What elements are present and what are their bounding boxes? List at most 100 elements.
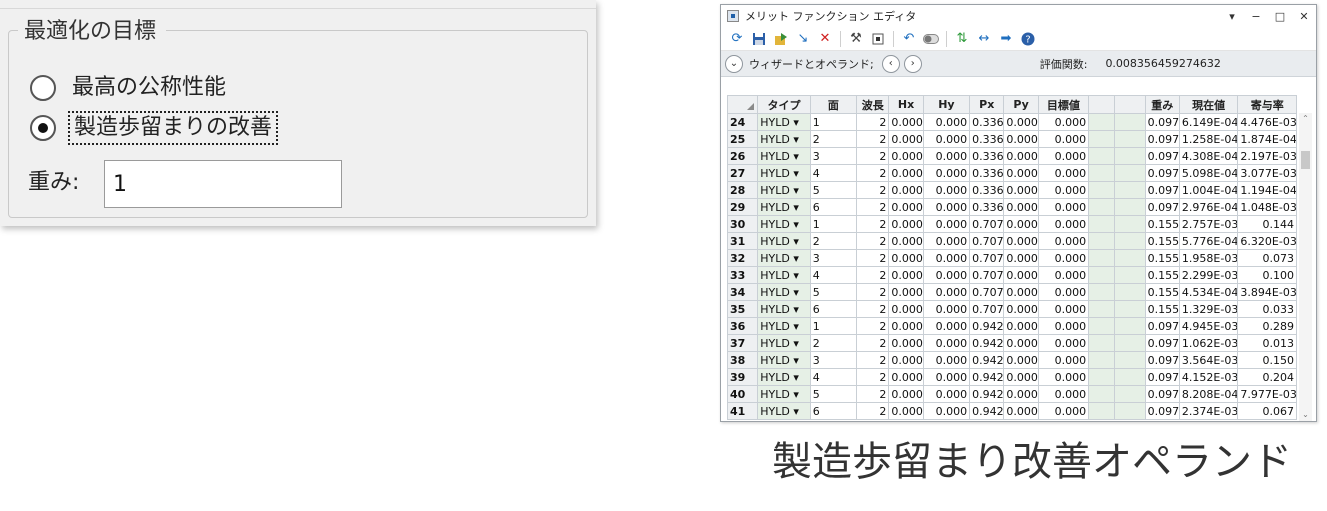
cell-blank[interactable] [1088,215,1116,233]
cell-wave[interactable]: 2 [856,164,890,182]
cell-blank[interactable] [1088,334,1116,352]
cell-target[interactable]: 0.000 [1037,385,1090,403]
table-row[interactable]: 30 HYLD ▾ 1 2 0.000 0.000 0.707 0.000 0.000 0.155… [726,215,1297,233]
cell-wave[interactable]: 2 [856,232,890,250]
cell-type-dropdown[interactable]: HYLD ▾ [757,300,811,318]
cell-hy[interactable]: 0.000 [922,164,971,182]
cell-target[interactable]: 0.000 [1037,130,1090,148]
wizard-expand-button[interactable]: ⌄ [725,54,743,73]
cell-type-dropdown[interactable]: HYLD ▾ [757,368,811,386]
cell-value[interactable]: 2.374E-03 [1178,402,1239,420]
cell-value[interactable]: 1.062E-03 [1178,334,1239,352]
cell-px[interactable]: 0.707 [969,266,1005,284]
cell-hy[interactable]: 0.000 [922,385,971,403]
cell-surface[interactable]: 2 [809,130,858,148]
table-row[interactable]: 41 HYLD ▾ 6 2 0.000 0.000 0.942 0.000 0.000 0.097… [726,402,1297,420]
table-row[interactable]: 38 HYLD ▾ 3 2 0.000 0.000 0.942 0.000 0.000 0.097… [726,351,1297,369]
cell-type-dropdown[interactable]: HYLD ▾ [757,385,811,403]
radio-checked-icon[interactable] [30,115,56,141]
row-number[interactable]: 28 [726,181,759,199]
prev-operand-button[interactable]: ‹ [881,54,900,73]
cell-blank[interactable] [1114,113,1146,131]
cell-type-dropdown[interactable]: HYLD ▾ [757,283,811,301]
cell-hx[interactable]: 0.000 [888,130,924,148]
cell-wave[interactable]: 2 [856,402,890,420]
cell-wave[interactable]: 2 [856,113,890,131]
cell-weight[interactable]: 0.097 [1144,351,1180,369]
cell-px[interactable]: 0.942 [969,368,1005,386]
col-header-wave[interactable]: 波長 [856,95,890,114]
minimize-icon[interactable]: − [1250,10,1262,23]
cell-blank[interactable] [1114,266,1146,284]
row-number[interactable]: 36 [726,317,759,335]
cell-hy[interactable]: 0.000 [922,300,971,318]
cell-weight[interactable]: 0.097 [1144,402,1180,420]
cell-blank[interactable] [1114,232,1146,250]
cell-type-dropdown[interactable]: HYLD ▾ [757,334,811,352]
table-row[interactable]: 39 HYLD ▾ 4 2 0.000 0.000 0.942 0.000 0.000 0.097… [726,368,1297,386]
col-header-px[interactable]: Px [969,95,1005,114]
cell-wave[interactable]: 2 [856,249,890,267]
cell-contrib[interactable]: 0.033 [1237,300,1297,318]
cell-blank[interactable] [1114,215,1146,233]
cell-weight[interactable]: 0.097 [1144,147,1180,165]
cell-hx[interactable]: 0.000 [888,215,924,233]
cell-contrib[interactable]: 1.874E-04 [1237,130,1297,148]
cell-py[interactable]: 0.000 [1003,351,1039,369]
col-header-value[interactable]: 現在値 [1178,95,1239,114]
cell-hy[interactable]: 0.000 [922,232,971,250]
cell-value[interactable]: 2.757E-03 [1178,215,1239,233]
cell-blank[interactable] [1088,351,1116,369]
col-header-type[interactable]: タイプ [757,95,811,114]
next-operand-button[interactable]: › [903,54,922,73]
cell-value[interactable]: 5.776E-04 [1178,232,1239,250]
next-icon[interactable]: ➡ [996,29,1016,49]
cell-value[interactable]: 1.258E-04 [1178,130,1239,148]
cell-weight[interactable]: 0.097 [1144,164,1180,182]
cell-blank[interactable] [1088,113,1116,131]
refresh-icon[interactable]: ⟳ [727,29,747,49]
cell-py[interactable]: 0.000 [1003,385,1039,403]
cell-blank[interactable] [1114,147,1146,165]
cell-py[interactable]: 0.000 [1003,147,1039,165]
collapse-icon[interactable]: ↔ [974,29,994,49]
cell-surface[interactable]: 6 [809,402,858,420]
cell-value[interactable]: 3.564E-03 [1178,351,1239,369]
table-row[interactable]: 24 HYLD ▾ 1 2 0.000 0.000 0.336 0.000 0.000 0.097… [726,113,1297,131]
cell-py[interactable]: 0.000 [1003,402,1039,420]
cell-hx[interactable]: 0.000 [888,385,924,403]
cell-weight[interactable]: 0.097 [1144,198,1180,216]
cell-blank[interactable] [1088,198,1116,216]
cell-blank[interactable] [1114,317,1146,335]
row-number[interactable]: 34 [726,283,759,301]
cell-weight[interactable]: 0.155 [1144,232,1180,250]
weight-input[interactable] [104,160,342,208]
cell-wave[interactable]: 2 [856,215,890,233]
cell-hy[interactable]: 0.000 [922,198,971,216]
cell-weight[interactable]: 0.097 [1144,181,1180,199]
cell-blank[interactable] [1088,385,1116,403]
table-row[interactable]: 28 HYLD ▾ 5 2 0.000 0.000 0.336 0.000 0.000 0.097… [726,181,1297,199]
col-header-blank-2[interactable] [1114,95,1146,114]
toggle-icon[interactable] [921,29,941,49]
cell-hx[interactable]: 0.000 [888,351,924,369]
row-number[interactable]: 38 [726,351,759,369]
cell-type-dropdown[interactable]: HYLD ▾ [757,198,811,216]
cell-value[interactable]: 2.299E-03 [1178,266,1239,284]
row-number[interactable]: 37 [726,334,759,352]
table-row[interactable]: 27 HYLD ▾ 4 2 0.000 0.000 0.336 0.000 0.000 0.097… [726,164,1297,182]
cell-blank[interactable] [1088,249,1116,267]
cell-blank[interactable] [1114,164,1146,182]
cell-type-dropdown[interactable]: HYLD ▾ [757,232,811,250]
row-number[interactable]: 24 [726,113,759,131]
col-header-weight[interactable]: 重み [1144,95,1180,114]
cell-hy[interactable]: 0.000 [922,215,971,233]
cell-px[interactable]: 0.336 [969,130,1005,148]
cell-py[interactable]: 0.000 [1003,130,1039,148]
cell-value[interactable]: 1.958E-03 [1178,249,1239,267]
cell-hx[interactable]: 0.000 [888,181,924,199]
cell-wave[interactable]: 2 [856,283,890,301]
row-number[interactable]: 30 [726,215,759,233]
maximize-icon[interactable]: □ [1274,10,1286,23]
cell-contrib[interactable]: 0.150 [1237,351,1297,369]
